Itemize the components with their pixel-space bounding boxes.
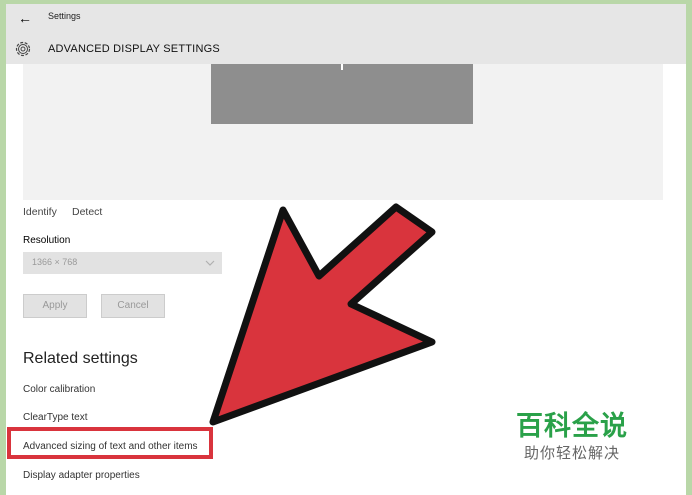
watermark-subtitle: 助你轻松解决	[524, 445, 621, 462]
watermark-title: 百科全说	[516, 411, 628, 441]
